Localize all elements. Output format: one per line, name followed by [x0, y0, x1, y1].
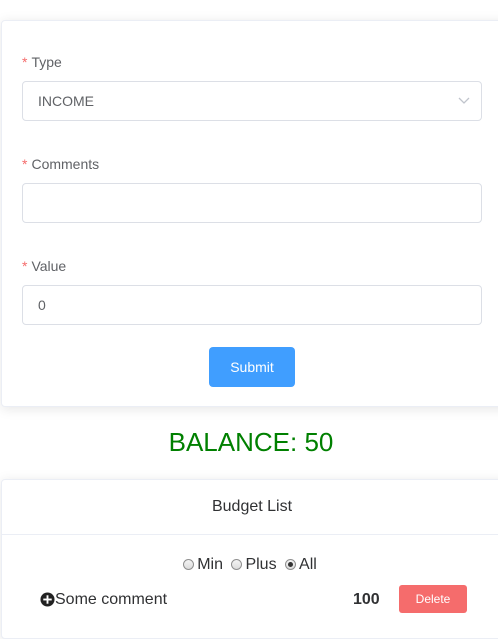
- filter-min-label[interactable]: Min: [197, 556, 223, 573]
- required-mark: *: [22, 258, 28, 274]
- filter-plus-label[interactable]: Plus: [245, 556, 276, 573]
- submit-button[interactable]: Submit: [209, 347, 295, 387]
- budget-list-title: Budget List: [2, 480, 498, 535]
- value-label-text: Value: [31, 258, 67, 274]
- comments-label: * Comments: [22, 156, 99, 172]
- budget-list-card: Budget List Min Plus All Some comment 10…: [1, 479, 498, 639]
- comments-label-text: Comments: [31, 156, 100, 172]
- value-input[interactable]: 0: [22, 285, 482, 325]
- filter-min-radio[interactable]: [183, 559, 195, 570]
- filter-plus-radio[interactable]: [231, 559, 243, 570]
- balance-display: BALANCE: 50: [168, 427, 334, 457]
- comments-input[interactable]: [22, 183, 482, 223]
- type-select[interactable]: INCOME: [22, 81, 482, 121]
- item-comment: Some comment: [55, 591, 168, 608]
- filter-all-label[interactable]: All: [299, 556, 317, 573]
- type-label-text: Type: [31, 54, 62, 70]
- filter-radio-group: Min Plus All: [2, 555, 498, 575]
- delete-button[interactable]: Delete: [399, 585, 467, 613]
- chevron-down-icon: [458, 97, 470, 104]
- plus-circle-icon: [40, 592, 55, 607]
- filter-all-radio[interactable]: [285, 559, 297, 570]
- item-value: 100: [353, 591, 380, 608]
- list-item: Some comment 100 Delete: [38, 585, 478, 614]
- value-label: * Value: [22, 258, 66, 274]
- type-select-value: INCOME: [38, 93, 94, 109]
- type-label: * Type: [22, 54, 62, 70]
- required-mark: *: [22, 156, 28, 172]
- required-mark: *: [22, 54, 28, 70]
- value-input-value: 0: [38, 297, 46, 313]
- budget-form-card: * Type INCOME * Comments * Value 0 Submit: [1, 20, 498, 407]
